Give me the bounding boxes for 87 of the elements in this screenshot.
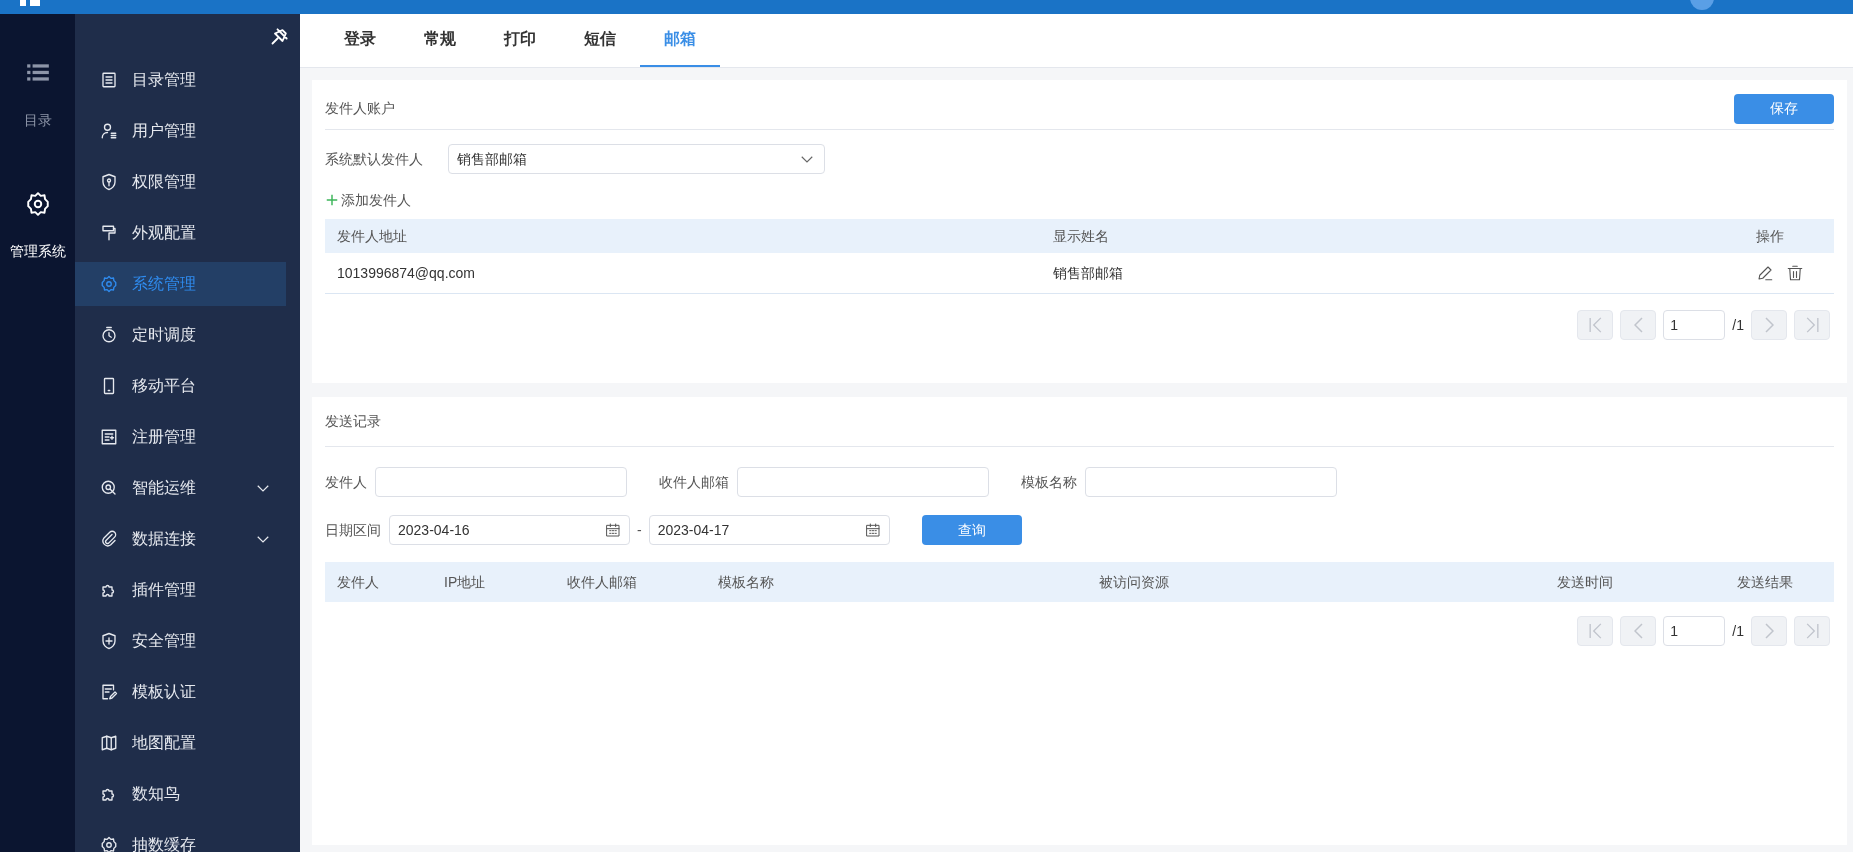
column-header: 发送时间 — [1556, 572, 1614, 592]
sidebar-item[interactable]: 外观配置 — [75, 211, 286, 255]
clip-icon — [100, 530, 118, 548]
sidebar-item[interactable]: 目录管理 — [75, 58, 286, 102]
tab[interactable]: 常规 — [400, 13, 480, 67]
column-header: 被访问资源 — [1098, 572, 1170, 592]
sidebar-item[interactable]: 用户管理 — [75, 109, 286, 153]
rail-item[interactable]: 目录 — [0, 60, 75, 131]
field-label: 日期区间 — [325, 520, 381, 540]
plus-icon — [325, 193, 339, 207]
first-page-button[interactable] — [1577, 616, 1614, 646]
input-field[interactable] — [737, 467, 989, 497]
add-sender-button[interactable]: 添加发件人 — [325, 188, 411, 212]
previous-page-button[interactable] — [1620, 616, 1657, 646]
shield-key-icon — [100, 173, 118, 191]
previous-page-button[interactable] — [1620, 310, 1657, 340]
input-field[interactable] — [1085, 467, 1337, 497]
calendar-icon — [864, 522, 881, 538]
sidebar-item[interactable]: 定时调度 — [75, 313, 286, 357]
field-label: 模板名称 — [1021, 472, 1077, 492]
gear-icon — [24, 191, 51, 217]
last-page-button[interactable] — [1794, 616, 1830, 646]
last-page-icon — [1805, 623, 1819, 639]
next-page-button[interactable] — [1751, 310, 1787, 340]
book-icon — [100, 71, 118, 89]
sidebar-item[interactable]: 数据连接 — [75, 517, 286, 561]
sidebar-item[interactable]: 智能运维 — [75, 466, 286, 510]
date-field[interactable]: 2023-04-16 — [389, 515, 630, 545]
next-page-icon — [1764, 317, 1774, 333]
page-field[interactable]: 1 — [1663, 616, 1726, 646]
tab[interactable]: 短信 — [560, 13, 640, 67]
column-header: 收件人邮箱 — [566, 572, 638, 592]
sender-select[interactable]: 销售部邮箱 — [448, 144, 825, 174]
shield-plus-icon — [100, 632, 118, 650]
sidebar-item[interactable]: 数知鸟 — [75, 772, 286, 816]
sidebar-item[interactable]: 移动平台 — [75, 364, 286, 408]
logo-icon — [20, 0, 40, 6]
column-header: 发件人 — [336, 572, 380, 592]
date-field[interactable]: 2023-04-17 — [648, 515, 890, 545]
first-page-button[interactable] — [1577, 310, 1614, 340]
column-header: 模板名称 — [717, 572, 775, 592]
sidebar-item[interactable]: 插件管理 — [75, 568, 286, 612]
sidebar-item[interactable]: 抽数缓存 — [75, 823, 286, 852]
table-cell: 销售部邮箱 — [1041, 253, 1744, 294]
field-label: 收件人邮箱 — [659, 472, 729, 492]
input-field[interactable] — [375, 467, 627, 497]
gear-icon — [100, 836, 118, 852]
gear-icon — [100, 275, 118, 293]
panel-title: 发送记录 — [325, 412, 381, 431]
page-total: /1 — [1732, 315, 1744, 335]
column-header: 操作 — [1744, 219, 1834, 253]
next-page-icon — [1764, 623, 1774, 639]
sidebar-item[interactable]: 模板认证 — [75, 670, 286, 714]
previous-page-icon — [1633, 317, 1643, 333]
pin-icon[interactable] — [270, 26, 290, 46]
panel-title: 发件人账户 — [325, 99, 395, 118]
next-page-button[interactable] — [1751, 616, 1787, 646]
doc-edit-icon — [100, 683, 118, 701]
map-icon — [100, 734, 118, 752]
column-header: 发送结果 — [1736, 572, 1794, 592]
field-label: 发件人 — [325, 472, 367, 492]
field-label: 系统默认发件人 — [325, 149, 424, 169]
edit-icon[interactable] — [1756, 264, 1774, 282]
sidebar-item[interactable]: 权限管理 — [75, 160, 286, 204]
timer-icon — [100, 326, 118, 344]
last-page-button[interactable] — [1794, 310, 1830, 340]
range-separator: - — [637, 520, 642, 540]
trash-icon[interactable] — [1786, 264, 1804, 282]
first-page-icon — [1588, 623, 1602, 639]
column-header: 发件人地址 — [325, 219, 1041, 253]
calendar-icon — [605, 522, 621, 538]
tab[interactable]: 打印 — [480, 13, 560, 67]
previous-page-icon — [1633, 623, 1643, 639]
table-cell: 1013996874@qq.com — [325, 253, 1041, 294]
first-page-icon — [1588, 317, 1602, 333]
tab[interactable]: 登录 — [320, 13, 400, 67]
sidebar-item[interactable]: 安全管理 — [75, 619, 286, 663]
column-header: 显示姓名 — [1041, 219, 1744, 253]
roller-icon — [100, 224, 118, 242]
sidebar-item[interactable]: 注册管理 — [75, 415, 286, 459]
page-total: /1 — [1732, 621, 1744, 641]
page-field[interactable]: 1 — [1663, 310, 1726, 340]
column-header: IP地址 — [443, 572, 487, 592]
sidebar-item[interactable]: 地图配置 — [75, 721, 286, 765]
user-icon — [100, 122, 118, 140]
last-page-icon — [1805, 317, 1819, 333]
rail-item[interactable]: 管理系统 — [0, 191, 75, 262]
